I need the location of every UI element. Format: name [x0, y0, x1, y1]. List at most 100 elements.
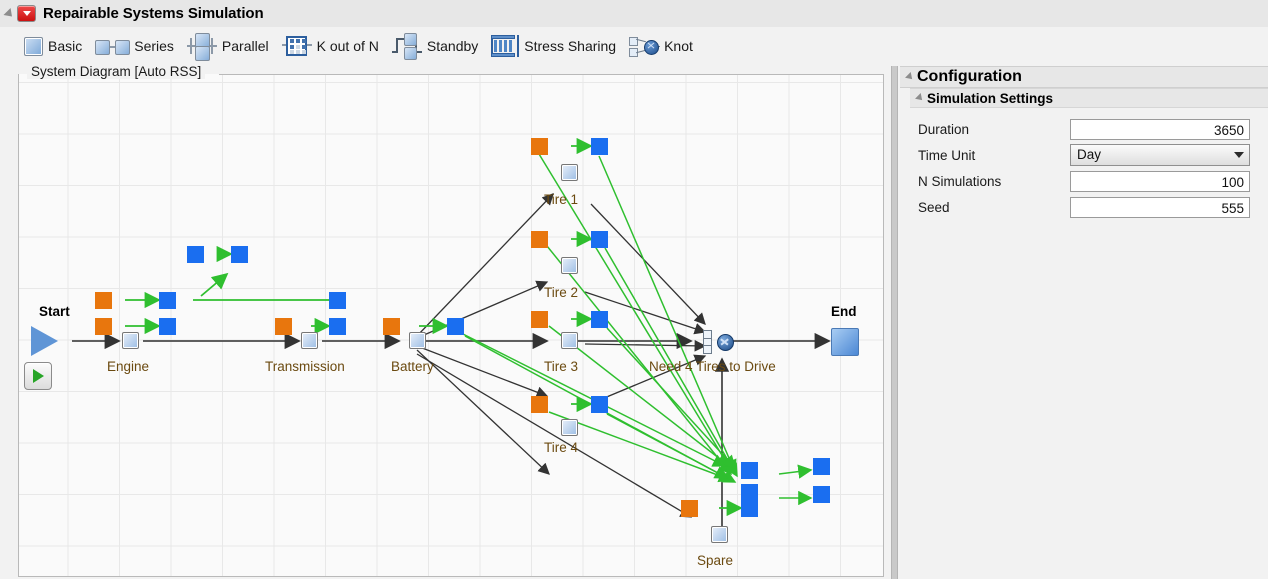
label-seed: Seed — [918, 199, 950, 215]
palette-label-series: Series — [134, 38, 174, 54]
failure-node[interactable] — [383, 318, 400, 335]
palette-label-standby: Standby — [426, 38, 479, 54]
repair-node[interactable] — [591, 396, 608, 413]
component-node-transmission[interactable] — [301, 332, 318, 349]
configuration-title: Configuration — [917, 68, 1022, 85]
start-triangle-icon[interactable] — [31, 326, 58, 356]
component-node-spare[interactable] — [711, 526, 728, 543]
failure-node[interactable] — [531, 311, 548, 328]
component-label-spare: Spare — [697, 553, 734, 568]
component-label-engine: Engine — [107, 359, 150, 374]
label-n-simulations: N Simulations — [918, 173, 1002, 189]
basic-block-icon — [24, 36, 43, 56]
window-title-bar: Repairable Systems Simulation — [0, 0, 1268, 28]
repair-node[interactable] — [159, 318, 176, 335]
system-diagram-title: System Diagram [Auto RSS] — [27, 64, 206, 79]
component-node-tire-4[interactable] — [561, 419, 578, 436]
configuration-panel: Configuration Simulation Settings Durati… — [900, 66, 1268, 579]
chevron-down-icon — [1234, 152, 1244, 158]
run-play-icon[interactable] — [24, 362, 52, 390]
configuration-header[interactable]: Configuration — [900, 66, 1268, 88]
panel-splitter[interactable] — [891, 66, 898, 579]
component-label-tire-4: Tire 4 — [544, 440, 579, 455]
failure-node[interactable] — [681, 500, 698, 517]
triangle-disclosure-icon[interactable] — [905, 72, 915, 82]
system-diagram-panel: System Diagram [Auto RSS] Start Engine T… — [18, 64, 884, 577]
failure-node[interactable] — [275, 318, 292, 335]
failure-node[interactable] — [531, 396, 548, 413]
palette-label-parallel: Parallel — [221, 38, 269, 54]
block-palette-toolbar: Basic Series Parallel K out of N Standby… — [0, 27, 1268, 65]
component-node-tire-1[interactable] — [561, 164, 578, 181]
repair-node[interactable] — [813, 486, 830, 503]
component-label-tire-3: Tire 3 — [544, 359, 579, 374]
failure-node[interactable] — [531, 231, 548, 248]
system-diagram-canvas[interactable]: Start Engine Transmission Battery Tire 1… — [19, 74, 883, 576]
repair-node[interactable] — [741, 462, 758, 479]
red-dropdown-icon[interactable] — [17, 5, 36, 22]
repair-node[interactable] — [813, 458, 830, 475]
component-label-tire-1: Tire 1 — [544, 192, 579, 207]
palette-item-knot[interactable]: Knot — [629, 36, 693, 57]
repair-node[interactable] — [591, 138, 608, 155]
repair-node[interactable] — [231, 246, 248, 263]
component-node-tire-2[interactable] — [561, 257, 578, 274]
component-label-tire-2: Tire 2 — [544, 285, 579, 300]
repairable-systems-simulation-window: Repairable Systems Simulation Basic Seri… — [0, 0, 1268, 579]
field-row-seed: Seed 555 — [900, 194, 1268, 220]
triangle-disclosure-icon[interactable] — [915, 93, 925, 103]
palette-label-k-out-of-n: K out of N — [316, 38, 379, 54]
time-unit-select[interactable]: Day — [1070, 144, 1250, 166]
end-label: End — [831, 304, 857, 319]
label-time-unit: Time Unit — [918, 147, 976, 163]
palette-item-stress-sharing[interactable]: Stress Sharing — [491, 35, 616, 57]
series-block-icon — [95, 39, 131, 55]
repair-node[interactable] — [329, 292, 346, 309]
label-duration: Duration — [918, 121, 970, 137]
repair-node[interactable] — [591, 231, 608, 248]
failure-node[interactable] — [95, 318, 112, 335]
repair-node[interactable] — [159, 292, 176, 309]
parallel-block-icon — [186, 33, 217, 61]
repair-node[interactable] — [329, 318, 346, 335]
start-label: Start — [39, 304, 70, 319]
palette-label-basic: Basic — [48, 38, 83, 54]
component-label-battery: Battery — [391, 359, 434, 374]
simulation-settings-title: Simulation Settings — [927, 90, 1054, 106]
stress-sharing-block-icon — [491, 35, 520, 57]
palette-item-standby[interactable]: Standby — [391, 33, 479, 60]
component-node-tire-3[interactable] — [561, 332, 578, 349]
failure-node[interactable] — [95, 292, 112, 309]
end-block-icon[interactable] — [831, 328, 859, 356]
simulation-settings-fields: Duration 3650 Time Unit Day N Simulation… — [900, 116, 1268, 220]
knot-block-icon — [629, 36, 661, 57]
standby-block-icon — [391, 33, 422, 60]
palette-item-k-out-of-n[interactable]: K out of N — [281, 35, 379, 57]
palette-item-basic[interactable]: Basic — [24, 36, 83, 56]
field-row-time-unit: Time Unit Day — [900, 142, 1268, 168]
repair-node[interactable] — [447, 318, 464, 335]
field-row-duration: Duration 3650 — [900, 116, 1268, 142]
failure-node[interactable] — [531, 138, 548, 155]
triangle-disclosure-icon[interactable] — [3, 7, 16, 20]
seed-input[interactable]: 555 — [1070, 196, 1250, 218]
simulation-settings-header[interactable]: Simulation Settings — [910, 88, 1268, 108]
repair-node[interactable] — [741, 484, 758, 501]
palette-item-parallel[interactable]: Parallel — [186, 33, 269, 61]
component-node-engine[interactable] — [122, 332, 139, 349]
palette-label-knot: Knot — [664, 38, 693, 54]
palette-item-series[interactable]: Series — [95, 38, 174, 55]
palette-label-stress-sharing: Stress Sharing — [524, 38, 617, 54]
knot-node-icon[interactable] — [703, 330, 734, 354]
repair-node[interactable] — [741, 500, 758, 517]
repair-node[interactable] — [187, 246, 204, 263]
component-node-battery[interactable] — [409, 332, 426, 349]
component-label-transmission: Transmission — [265, 359, 345, 374]
repair-node[interactable] — [591, 311, 608, 328]
page-title: Repairable Systems Simulation — [43, 5, 264, 22]
time-unit-value: Day — [1077, 147, 1102, 162]
k-out-of-n-block-icon — [281, 35, 312, 57]
component-label-need-4-tires: Need 4 Tires to Drive — [649, 359, 776, 374]
duration-input[interactable]: 3650 — [1070, 118, 1250, 140]
n-simulations-input[interactable]: 100 — [1070, 170, 1250, 192]
